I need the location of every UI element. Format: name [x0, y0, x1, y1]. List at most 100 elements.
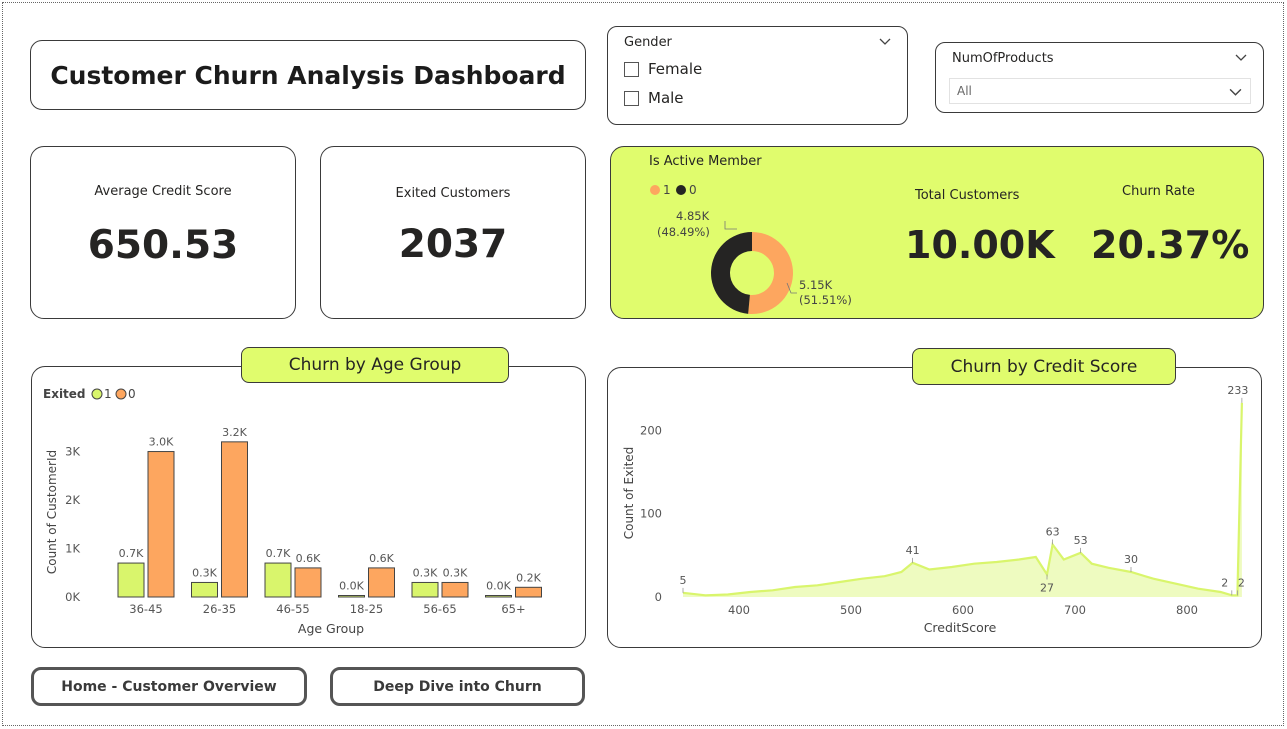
x-tick-label: 400: [728, 603, 750, 617]
x-tick-label: 500: [840, 603, 862, 617]
kpi-value: 2037: [398, 222, 508, 267]
donut-legend: 1 0: [650, 183, 697, 197]
age-legend: Exited 1 0: [43, 387, 136, 401]
option-label: Female: [648, 60, 703, 78]
bar-18-25-0[interactable]: [368, 567, 395, 598]
page-title: Customer Churn Analysis Dashboard: [50, 60, 566, 90]
legend-label-1: 1: [104, 387, 112, 401]
home-nav-button[interactable]: Home - Customer Overview: [31, 667, 307, 706]
exited-customers-card: Exited Customers 2037: [320, 146, 586, 319]
annotation-label: 30: [1124, 553, 1138, 566]
legend-swatch-1: [91, 388, 103, 400]
kpi-label: Churn Rate: [1122, 184, 1195, 199]
bar-data-label: 0.6K: [296, 552, 321, 565]
chevron-down-icon[interactable]: [1229, 85, 1242, 98]
bar-data-label: 3.2K: [222, 426, 247, 439]
donut-slice[interactable]: [711, 232, 752, 314]
x-tick-label: 700: [1064, 603, 1086, 617]
credit-area-chart: Count of Exited CreditScore 0 100 200 400 5…: [622, 384, 1248, 635]
bar-56-65-1[interactable]: [411, 581, 439, 598]
checkbox[interactable]: [624, 61, 639, 77]
deep-dive-nav-button[interactable]: Deep Dive into Churn: [330, 667, 585, 706]
kpi-value: 10.00K: [905, 223, 1055, 267]
bar-data-label: 0.6K: [369, 552, 394, 565]
bar-65+-0[interactable]: [515, 586, 542, 598]
x-axis-title: CreditScore: [924, 620, 997, 635]
bar-data-label: 3.0K: [149, 436, 174, 449]
bar-data-label: 0.0K: [339, 580, 364, 593]
y-axis-title: Count of CustomerId: [45, 450, 59, 574]
annotation-label: 5: [680, 574, 687, 587]
y-tick-label: 100: [640, 507, 662, 521]
bar-data-label: 0.3K: [413, 566, 438, 579]
kpi-label: Total Customers: [915, 188, 1020, 203]
x-tick-label: 36-45: [129, 602, 162, 616]
x-tick-label: 65+: [501, 602, 525, 616]
bar-18-25-1[interactable]: [338, 595, 365, 598]
y-axis-title: Count of Exited: [622, 447, 636, 540]
bar-46-55-1[interactable]: [264, 562, 292, 598]
annotation-label: 63: [1046, 526, 1060, 539]
bar-65+-1[interactable]: [485, 595, 512, 598]
donut-slices: [711, 232, 794, 314]
bars: 0.7K 3.0K 36-45 0.3K 3.2K 26-35 0.7K 0.6K 46-55 0…: [117, 426, 542, 616]
legend-swatch-1: [650, 185, 660, 195]
x-tick-label: 26-35: [203, 602, 236, 616]
gender-slicer[interactable]: Gender Female Male: [607, 26, 908, 125]
area-fill: [683, 402, 1242, 597]
bar-36-45-0[interactable]: [147, 451, 175, 598]
bar-data-label: 0.3K: [443, 566, 468, 579]
series-line[interactable]: [682, 402, 1243, 597]
legend-swatch-0: [676, 185, 686, 195]
y-axis-ticks: 0 100 200: [640, 423, 662, 604]
credit-panel-title: Churn by Credit Score: [912, 348, 1176, 385]
x-axis-ticks: 400 500 600 700 800: [728, 603, 1198, 617]
y-tick-label: 0: [655, 590, 662, 604]
dropdown-value: All: [957, 84, 972, 98]
bar-56-65-0[interactable]: [441, 581, 469, 598]
checkbox[interactable]: [624, 90, 639, 106]
x-axis-title: Age Group: [298, 621, 364, 636]
gender-slicer-label: Gender: [624, 35, 672, 50]
num-products-slicer[interactable]: NumOfProducts All: [935, 42, 1264, 113]
bar-46-55-0[interactable]: [294, 567, 322, 598]
title-card: Customer Churn Analysis Dashboard: [30, 40, 586, 110]
chevron-down-icon[interactable]: [1235, 51, 1247, 63]
bar-data-label: 0.3K: [192, 566, 217, 579]
legend-swatch-0: [115, 388, 127, 400]
bar-26-35-1[interactable]: [191, 581, 218, 598]
credit-score-panel: Count of Exited CreditScore 0 100 200 400 5…: [607, 367, 1262, 648]
y-tick-label: 3K: [65, 445, 80, 459]
bar-26-35-0[interactable]: [221, 441, 248, 598]
gender-option-male[interactable]: Male: [624, 89, 684, 107]
legend-label-1: 1: [663, 183, 671, 197]
age-bar-chart: Exited 1 0 Count of CustomerId Age Group…: [43, 387, 542, 636]
slice-pct-label: (51.51%): [799, 293, 852, 307]
num-products-dropdown[interactable]: All: [949, 78, 1251, 104]
kpi-value: 650.53: [87, 223, 239, 268]
donut-slice[interactable]: [748, 232, 794, 314]
num-products-label: NumOfProducts: [952, 51, 1054, 66]
avg-credit-score-card: Average Credit Score 650.53: [30, 146, 296, 319]
bar-36-45-1[interactable]: [117, 562, 145, 598]
kpi-value: 20.37%: [1091, 223, 1250, 267]
bar-data-label: 0.0K: [486, 580, 511, 593]
x-tick-label: 600: [952, 603, 974, 617]
y-tick-label: 1K: [65, 542, 80, 556]
bar-data-label: 0.2K: [516, 571, 541, 584]
legend-title: Exited: [43, 387, 86, 401]
chevron-down-icon[interactable]: [879, 35, 891, 47]
donut-chart: 1 0 4.85K (48.49%) 5.15K (51.51%): [650, 183, 852, 314]
kpi-label: Average Credit Score: [94, 184, 232, 199]
annotation-label: 2: [1238, 576, 1245, 589]
y-tick-label: 0K: [65, 590, 80, 604]
slice-value-label: 5.15K: [799, 278, 833, 292]
age-group-panel: Exited 1 0 Count of CustomerId Age Group…: [31, 366, 586, 648]
annotation-label: 41: [906, 544, 920, 557]
y-tick-label: 200: [640, 423, 662, 437]
donut-title: Is Active Member: [649, 154, 762, 169]
y-axis-ticks: 0K 1K 2K 3K: [65, 445, 80, 604]
annotation-label: 53: [1074, 534, 1088, 547]
gender-option-female[interactable]: Female: [624, 60, 702, 78]
slice-value-label: 4.85K: [676, 209, 710, 223]
